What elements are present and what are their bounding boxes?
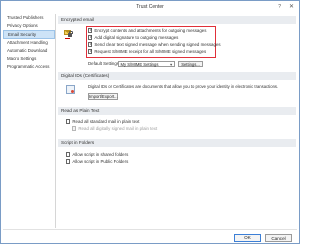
read-plain-text-checkbox[interactable] [66,119,71,124]
section-header-digital-ids: Digital IDs (Certificates) [58,72,296,80]
option-read-plain-text[interactable]: Read all standard mail in plain text [66,119,140,125]
ok-button[interactable]: OK [234,234,261,242]
read-plain-text-label: Read all standard mail in plain text [72,119,140,124]
script-public-folders-checkbox[interactable] [66,159,71,164]
import-export-button[interactable]: Import/Export... [88,93,118,100]
certificate-icon [66,85,75,94]
digital-ids-description: Digital IDs or Certificates are document… [88,84,279,89]
request-receipt-label: Request S/MIME receipt for all S/MIME si… [94,49,207,54]
default-settings-label: Default Settings: [88,61,121,66]
read-signed-plain-text-checkbox [72,126,77,131]
section-header-script-in-folders: Script in Folders [58,139,296,147]
sidebar-item-macro-settings[interactable]: Macro Settings [3,55,55,63]
sidebar-item-automatic-download[interactable]: Automatic Download [3,47,55,55]
sidebar-item-privacy-options[interactable]: Privacy Options [3,22,55,30]
section-header-read-plain-text: Read as Plain Text [58,107,296,115]
option-add-signature[interactable]: Add digital signature to outgoing messag… [88,34,179,41]
read-signed-plain-text-label: Read all digitally signed mail in plain … [78,126,158,131]
sidebar: Trusted Publishers Privacy Options Email… [3,14,56,228]
encrypted-email-icon [64,29,74,39]
settings-button[interactable]: Settings... [178,60,203,67]
option-request-receipt[interactable]: Request S/MIME receipt for all S/MIME si… [88,48,207,55]
option-read-signed-plain-text: Read all digitally signed mail in plain … [72,126,157,132]
script-shared-folders-checkbox[interactable] [66,152,71,157]
default-settings-value: My S/MIME Settings [120,61,159,67]
script-public-folders-label: Allow script in Public Folders [72,159,129,164]
signature-icon [65,35,70,39]
option-script-public-folders[interactable]: Allow script in Public Folders [66,159,128,165]
send-clear-text-label: Send clear text signed message when send… [94,42,221,47]
sidebar-item-programmatic-access[interactable]: Programmatic Access [3,63,55,71]
option-send-clear-text[interactable]: Send clear text signed message when send… [88,41,221,48]
main-panel: Encrypted email Encrypt contents and att… [58,14,296,228]
option-encrypt-contents[interactable]: Encrypt contents and attachments for out… [88,27,207,34]
encrypt-contents-checkbox[interactable] [88,27,93,34]
footer-divider [3,229,297,230]
request-receipt-checkbox[interactable] [88,48,93,55]
title-bar: Trust Center ? ✕ [1,1,299,12]
send-clear-text-checkbox[interactable] [88,41,93,48]
trust-center-dialog: Trust Center ? ✕ Trusted Publishers Priv… [0,0,300,244]
option-script-shared-folders[interactable]: Allow script in shared folders [66,152,128,158]
close-icon[interactable]: ✕ [289,3,294,10]
encrypt-contents-label: Encrypt contents and attachments for out… [94,28,207,33]
sidebar-item-trusted-publishers[interactable]: Trusted Publishers [3,14,55,22]
script-shared-folders-label: Allow script in shared folders [72,152,129,157]
add-signature-checkbox[interactable] [88,34,93,41]
section-header-encrypted-email: Encrypted email [58,16,296,24]
default-settings-select[interactable]: My S/MIME Settings ▼ [118,60,175,67]
sidebar-item-attachment-handling[interactable]: Attachment Handling [3,39,55,47]
add-signature-label: Add digital signature to outgoing messag… [94,35,179,40]
help-icon[interactable]: ? [278,4,281,10]
dialog-title: Trust Center [136,4,164,10]
chevron-down-icon: ▼ [169,62,173,67]
sidebar-item-email-security[interactable]: Email Security [3,30,55,39]
cancel-button[interactable]: Cancel [265,234,292,242]
